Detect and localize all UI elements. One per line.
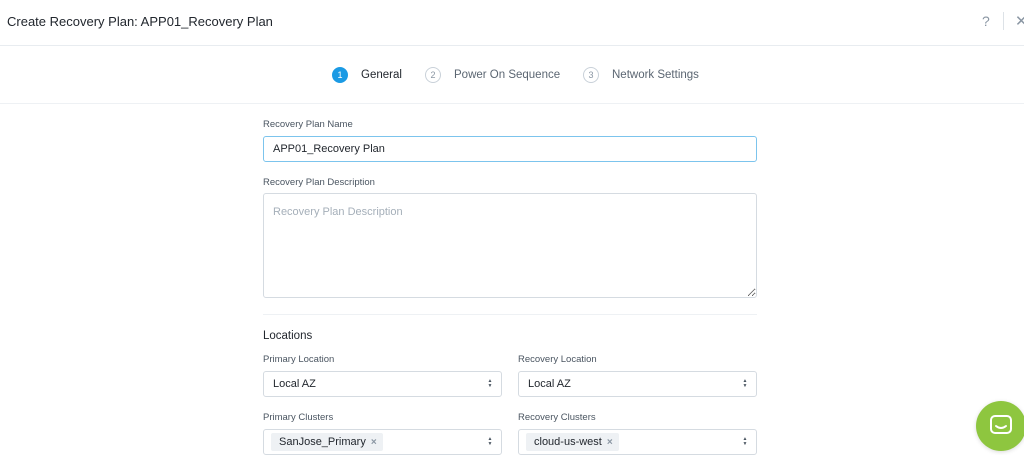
- x-icon[interactable]: ×: [607, 437, 613, 448]
- step-power-on-sequence[interactable]: 2 Power On Sequence: [425, 66, 560, 84]
- primary-location-label: Primary Location: [263, 354, 335, 365]
- step-network-settings[interactable]: 3 Network Settings: [583, 66, 699, 84]
- cluster-tag: cloud-us-west ×: [526, 433, 619, 451]
- select-value: Local AZ: [528, 378, 571, 390]
- select-value: Local AZ: [273, 378, 316, 390]
- primary-clusters-select[interactable]: SanJose_Primary × ▲ ▼: [263, 429, 502, 455]
- step-general[interactable]: 1 General: [332, 66, 402, 84]
- description-label: Recovery Plan Description: [263, 177, 375, 188]
- step-label: General: [361, 69, 402, 81]
- header-divider: [1003, 12, 1004, 30]
- tag-label: SanJose_Primary: [279, 436, 366, 448]
- recovery-clusters-label: Recovery Clusters: [518, 412, 596, 423]
- step-label: Network Settings: [612, 69, 699, 81]
- up-down-caret-icon: ▲ ▼: [487, 436, 493, 447]
- locations-title: Locations: [263, 330, 313, 342]
- recovery-location-label: Recovery Location: [518, 354, 597, 365]
- primary-location-select[interactable]: Local AZ ▲ ▼: [263, 371, 502, 397]
- recovery-plan-description-input[interactable]: [263, 193, 757, 298]
- x-icon[interactable]: ×: [371, 437, 377, 448]
- wizard-stepper: 1 General 2 Power On Sequence 3 Network …: [0, 46, 1024, 104]
- step-number: 2: [425, 67, 441, 83]
- help-icon[interactable]: ?: [982, 13, 990, 29]
- modal-title: Create Recovery Plan: APP01_Recovery Pla…: [7, 14, 273, 29]
- tag-label: cloud-us-west: [534, 436, 602, 448]
- section-divider: [263, 314, 757, 315]
- up-down-caret-icon: ▲ ▼: [742, 436, 748, 447]
- recovery-plan-name-input[interactable]: [263, 136, 757, 162]
- cluster-tag: SanJose_Primary ×: [271, 433, 383, 451]
- name-label: Recovery Plan Name: [263, 119, 353, 130]
- up-down-caret-icon: ▲ ▼: [487, 378, 493, 389]
- recovery-location-select[interactable]: Local AZ ▲ ▼: [518, 371, 757, 397]
- close-icon[interactable]: ✕: [1015, 12, 1024, 30]
- chat-bubble-icon: [990, 415, 1012, 434]
- step-label: Power On Sequence: [454, 69, 561, 81]
- primary-clusters-label: Primary Clusters: [263, 412, 334, 423]
- chat-button[interactable]: [976, 401, 1024, 451]
- step-number: 1: [332, 67, 348, 83]
- modal-header: Create Recovery Plan: APP01_Recovery Pla…: [0, 0, 1024, 46]
- recovery-clusters-select[interactable]: cloud-us-west × ▲ ▼: [518, 429, 757, 455]
- up-down-caret-icon: ▲ ▼: [742, 378, 748, 389]
- step-number: 3: [583, 67, 599, 83]
